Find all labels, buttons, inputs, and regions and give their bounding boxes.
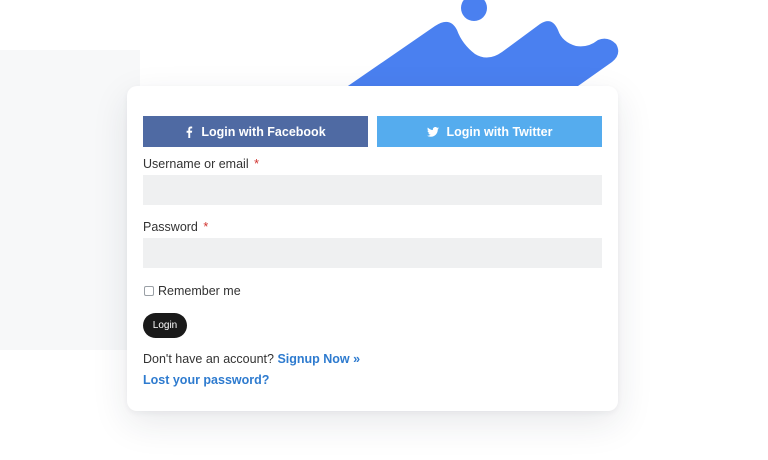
signup-line: Don't have an account? Signup Now »	[143, 352, 360, 366]
decorative-dot	[461, 0, 487, 21]
remember-me-checkbox[interactable]	[144, 286, 154, 296]
remember-me-row: Remember me	[144, 284, 241, 298]
decorative-wave	[345, 21, 619, 88]
password-label-text: Password	[143, 220, 198, 234]
login-card: Login with Facebook Login with Twitter U…	[127, 86, 618, 411]
signup-link[interactable]: Signup Now »	[277, 352, 360, 366]
page: Login with Facebook Login with Twitter U…	[0, 0, 768, 460]
username-label-text: Username or email	[143, 157, 249, 171]
username-label: Username or email *	[143, 157, 259, 171]
username-required-mark: *	[254, 157, 259, 171]
password-label: Password *	[143, 220, 208, 234]
facebook-login-label: Login with Facebook	[201, 124, 326, 139]
twitter-icon	[426, 126, 439, 137]
facebook-login-button[interactable]: Login with Facebook	[143, 116, 368, 147]
login-button[interactable]: Login	[143, 313, 187, 338]
password-input[interactable]	[143, 238, 602, 268]
password-required-mark: *	[203, 220, 209, 234]
social-login-row: Login with Facebook Login with Twitter	[143, 116, 602, 147]
lost-password-link[interactable]: Lost your password?	[143, 373, 269, 387]
signup-prompt: Don't have an account?	[143, 352, 274, 366]
username-input[interactable]	[143, 175, 602, 205]
decorative-shapes	[345, 0, 619, 88]
remember-me-label[interactable]: Remember me	[158, 284, 241, 298]
twitter-login-button[interactable]: Login with Twitter	[377, 116, 602, 147]
twitter-login-label: Login with Twitter	[446, 124, 553, 139]
facebook-icon	[185, 126, 193, 138]
background-panel	[0, 50, 140, 350]
